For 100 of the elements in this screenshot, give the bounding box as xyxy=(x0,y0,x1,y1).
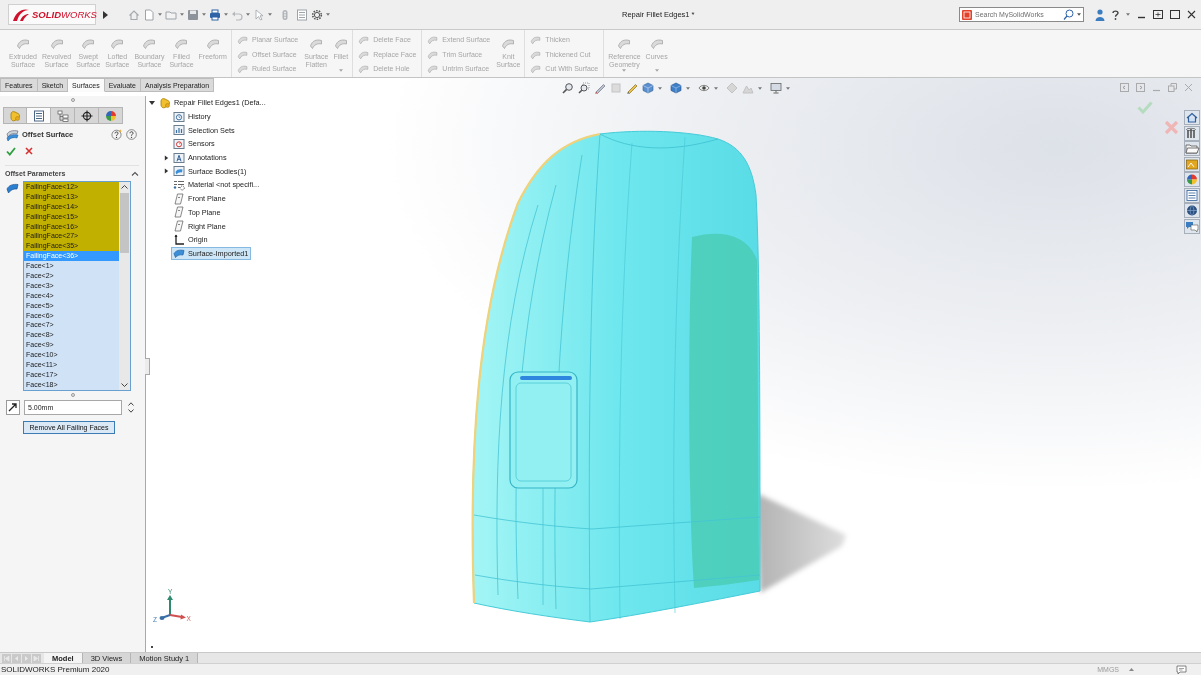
tile-left-icon[interactable] xyxy=(1120,83,1129,92)
folder-icon[interactable] xyxy=(165,8,177,21)
plane-icon xyxy=(173,220,185,233)
search-icon[interactable] xyxy=(1063,9,1074,20)
caret-icon[interactable] xyxy=(658,86,662,90)
caret-icon[interactable] xyxy=(326,13,330,16)
surface-icon xyxy=(358,48,370,60)
scrollbar-thumb[interactable] xyxy=(120,193,129,253)
magnifier-box-icon[interactable] xyxy=(578,82,590,94)
caret-icon[interactable] xyxy=(714,86,718,90)
help-sparkle-icon[interactable] xyxy=(111,129,122,140)
surface-icon xyxy=(501,36,516,50)
logo[interactable]: SOLIDWORKS xyxy=(8,4,96,25)
chevron-icon[interactable] xyxy=(131,170,139,176)
gauge-folder-icon xyxy=(173,137,185,150)
caret-icon[interactable] xyxy=(758,86,762,90)
traffic-light-icon[interactable] xyxy=(281,8,289,21)
chart-folder-icon xyxy=(173,124,185,137)
caret-icon[interactable] xyxy=(180,13,184,16)
caret-right-icon[interactable] xyxy=(103,10,108,19)
save-icon[interactable] xyxy=(187,8,199,21)
annotation-icon xyxy=(173,151,185,164)
surface-icon xyxy=(309,36,324,50)
globe-icon[interactable] xyxy=(1184,203,1200,218)
origin-icon xyxy=(173,233,185,246)
surface-icon xyxy=(427,48,439,60)
tile-icon[interactable] xyxy=(1153,10,1163,19)
grip-handle[interactable] xyxy=(70,98,75,102)
caret-icon[interactable] xyxy=(268,13,272,16)
pencil-icon[interactable] xyxy=(594,82,606,94)
part-icon xyxy=(159,96,171,109)
spin-down-icon[interactable] xyxy=(128,409,134,413)
cube-icon[interactable] xyxy=(670,82,682,94)
caret-icon[interactable] xyxy=(202,13,206,16)
tile-right-icon[interactable] xyxy=(1136,83,1145,92)
close-icon[interactable] xyxy=(1187,10,1196,19)
list-icon[interactable] xyxy=(1184,187,1200,203)
expand-arrow-icon[interactable] xyxy=(149,99,155,106)
picture-icon[interactable] xyxy=(1184,156,1200,172)
user-icon[interactable] xyxy=(1095,8,1105,21)
caret-icon[interactable] xyxy=(158,13,162,16)
expand-arrow-icon[interactable] xyxy=(163,154,169,161)
magnifier-icon[interactable] xyxy=(562,82,574,94)
caret-up-icon[interactable] xyxy=(1129,668,1134,671)
check-icon[interactable] xyxy=(6,146,16,156)
surface-icon xyxy=(649,36,664,50)
surface-icon xyxy=(358,63,370,74)
caret-icon[interactable] xyxy=(686,86,690,90)
surface-icon xyxy=(49,36,64,50)
logo-text: SOLIDWORKS xyxy=(32,9,97,20)
grip-handle[interactable] xyxy=(70,393,75,397)
caret-icon[interactable] xyxy=(246,13,250,16)
spin-up-icon[interactable] xyxy=(128,402,134,406)
document-icon[interactable] xyxy=(143,8,155,21)
plane-icon xyxy=(173,192,185,205)
help-icon[interactable] xyxy=(126,129,137,140)
folder-icon[interactable] xyxy=(1184,141,1200,156)
surface-icon xyxy=(205,36,220,50)
expand-arrow-icon[interactable] xyxy=(163,168,169,175)
surface-icon xyxy=(236,63,248,74)
eye-icon[interactable] xyxy=(698,82,710,94)
caret-icon[interactable] xyxy=(786,86,790,90)
face-list[interactable] xyxy=(23,181,131,391)
caret-icon[interactable] xyxy=(224,13,228,16)
scroll-down-icon[interactable] xyxy=(121,383,128,387)
surface-icon xyxy=(427,34,439,45)
panel-handle[interactable] xyxy=(145,358,150,375)
home-icon[interactable] xyxy=(1184,110,1200,125)
cube-icon[interactable] xyxy=(642,82,654,94)
gear-icon[interactable] xyxy=(311,8,323,21)
surface-icon xyxy=(530,63,542,74)
surface-icon xyxy=(358,34,370,45)
arrow-icon xyxy=(6,400,20,415)
cylinders-icon[interactable] xyxy=(1184,125,1200,141)
chat-icon[interactable] xyxy=(1184,218,1200,234)
surface-icon xyxy=(530,34,542,45)
surface-icon xyxy=(333,36,348,50)
help-icon[interactable] xyxy=(1112,9,1119,20)
surface-icon xyxy=(236,48,248,60)
tab[interactable] xyxy=(75,107,99,124)
tab[interactable] xyxy=(27,107,51,124)
clock-folder-icon xyxy=(173,110,185,123)
restore-icon[interactable] xyxy=(1168,83,1177,92)
y-axis-arrow xyxy=(167,595,173,616)
surface-icon xyxy=(142,36,157,50)
scrollbar[interactable] xyxy=(119,182,130,390)
surface-icon xyxy=(173,247,185,260)
surface-icon xyxy=(110,36,125,50)
material-icon xyxy=(173,178,185,191)
cancel-icon[interactable] xyxy=(25,147,33,155)
printer-icon[interactable] xyxy=(209,8,221,21)
scroll-up-icon[interactable] xyxy=(121,185,128,189)
surface-icon xyxy=(81,36,96,50)
caret-icon[interactable] xyxy=(1126,13,1130,16)
monitor-icon[interactable] xyxy=(770,82,782,94)
pencil-icon[interactable] xyxy=(626,82,638,94)
maximize-icon[interactable] xyxy=(1170,10,1180,19)
caret-icon[interactable] xyxy=(1077,13,1081,16)
pointer-icon[interactable] xyxy=(253,8,265,21)
message-icon[interactable] xyxy=(1176,664,1187,675)
